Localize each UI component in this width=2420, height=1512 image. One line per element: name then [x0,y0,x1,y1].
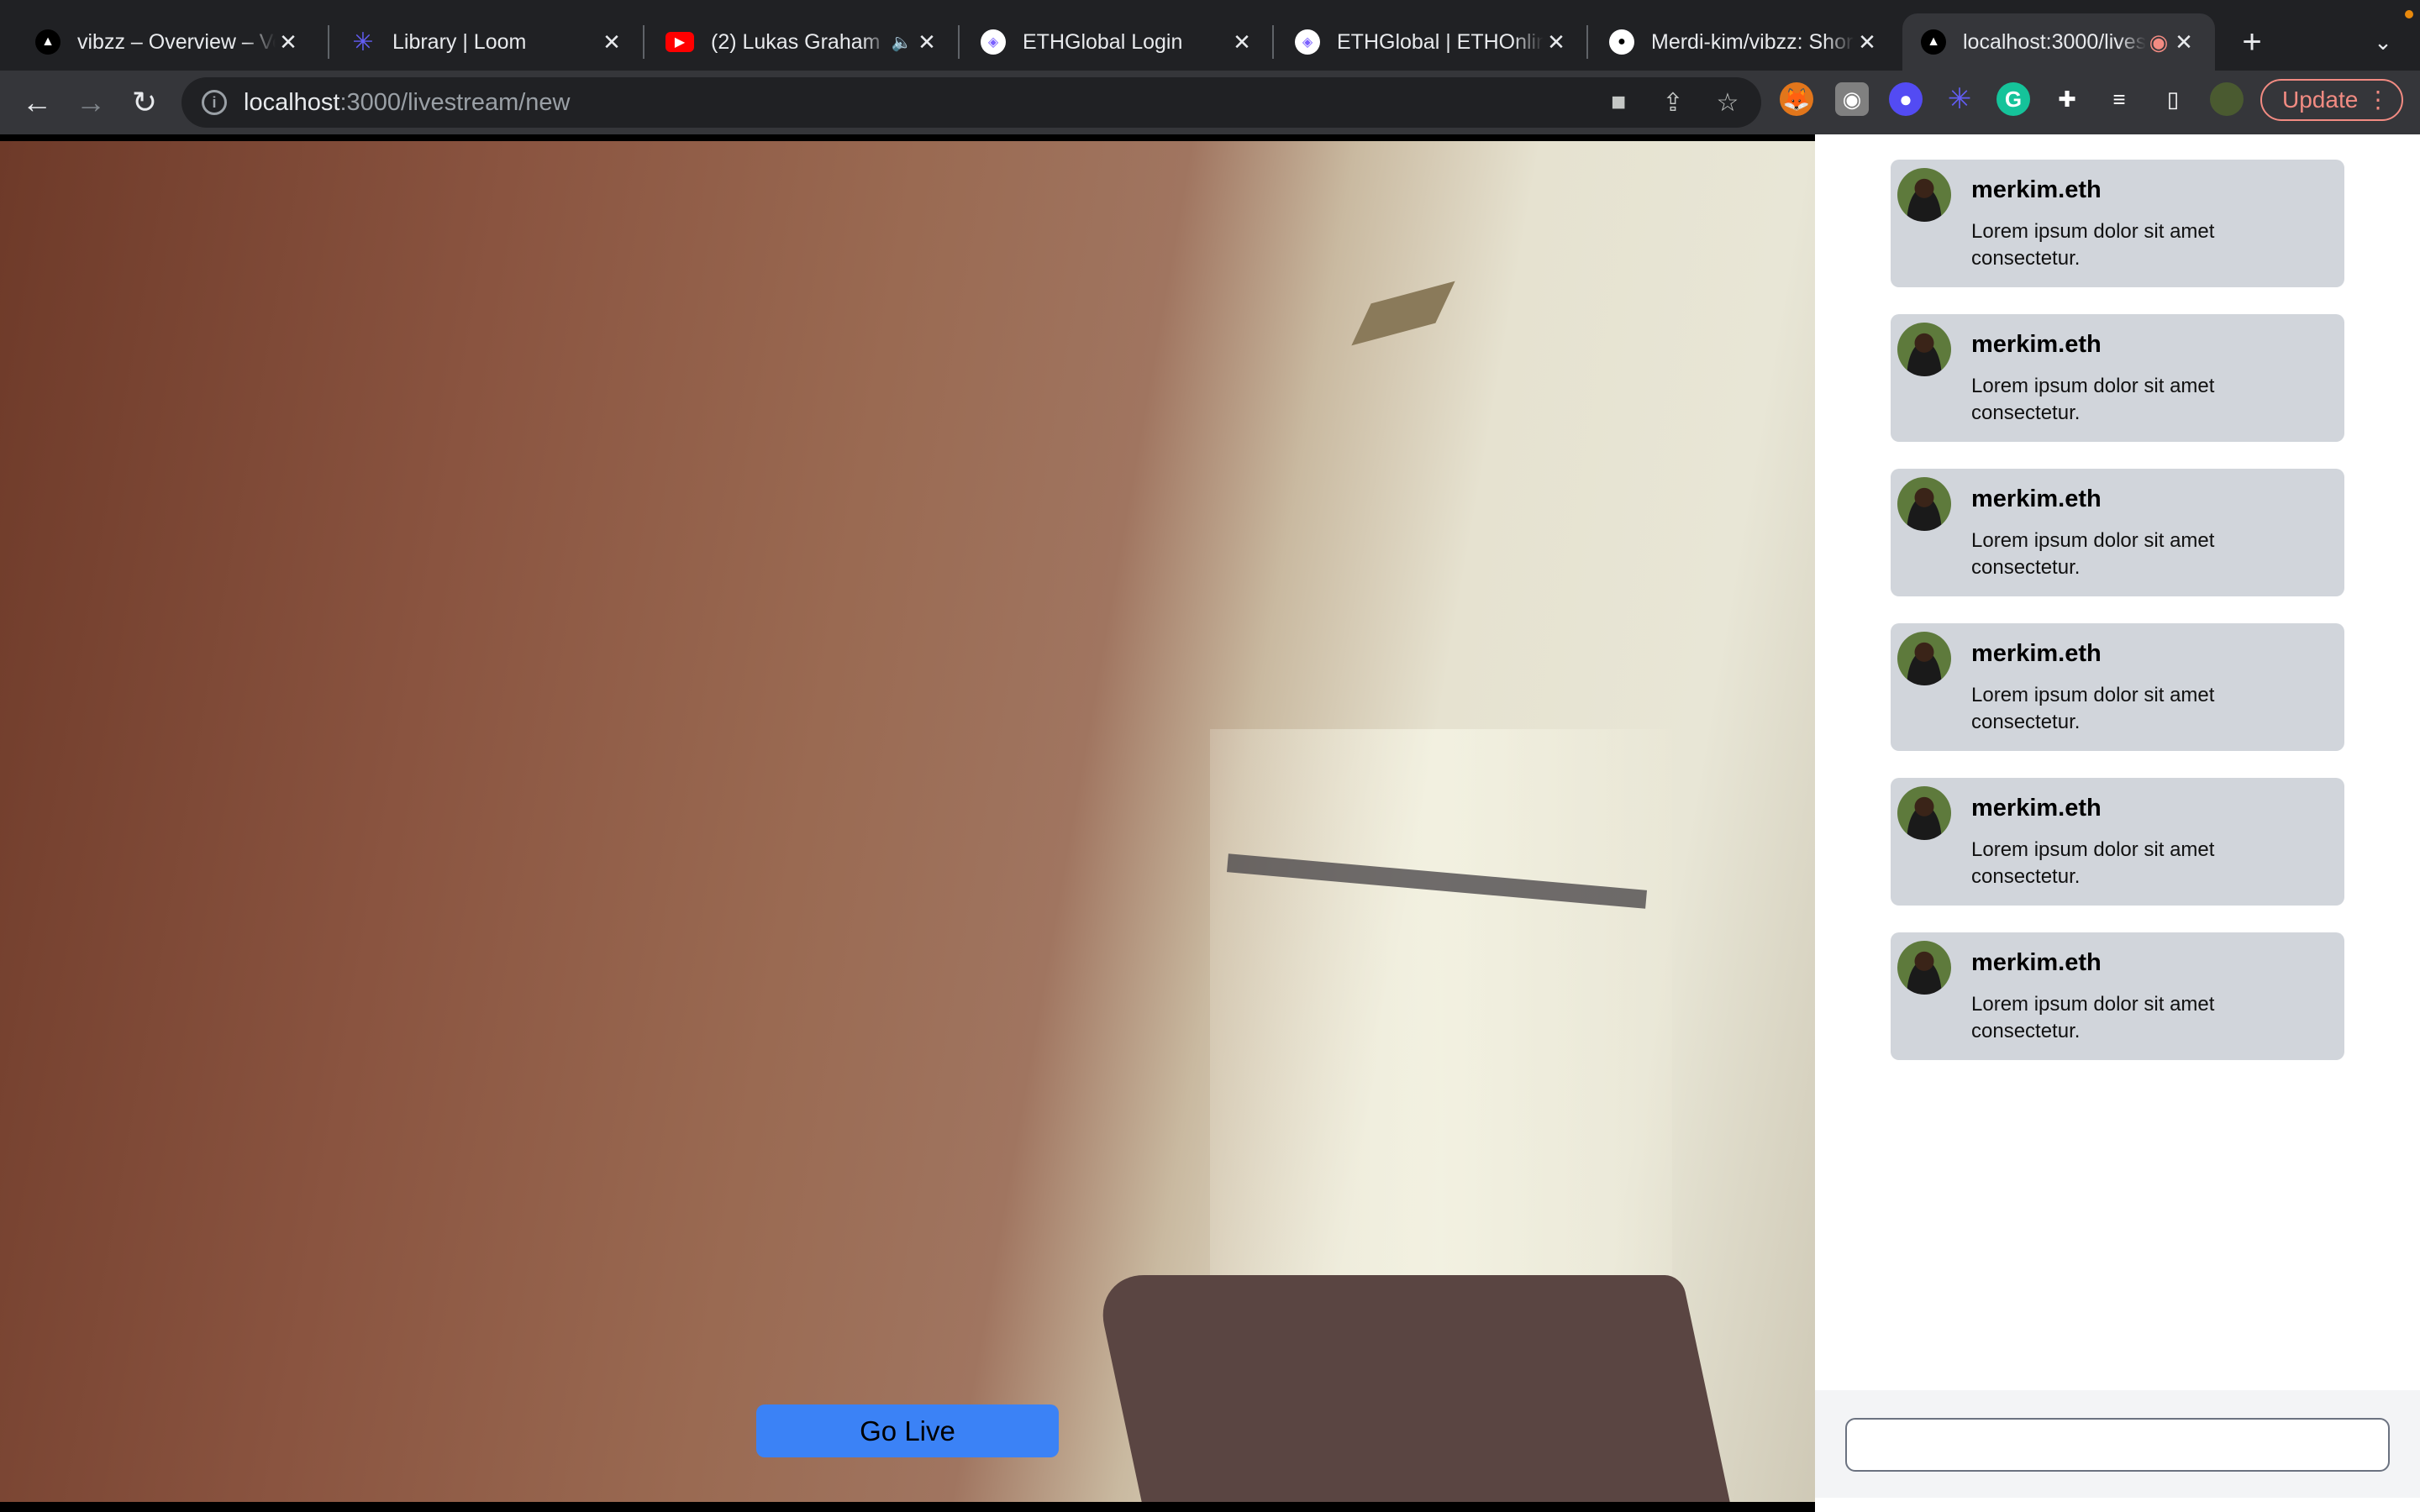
tab-ethonline[interactable]: ◈ ETHGlobal | ETHOnline ✕ [1276,13,1587,71]
close-icon[interactable]: ✕ [599,29,624,55]
tab-title: Merdi-kim/vibzz: Short [1651,29,1854,54]
bookmark-star-icon[interactable]: ☆ [1711,87,1744,118]
avatar [1897,941,1951,995]
loom-icon: ✳ [352,28,374,56]
message-text: Lorem ipsum dolor sit amet consectetur. [1971,220,2215,270]
message-text: Lorem ipsum dolor sit amet consectetur. [1971,993,2215,1042]
ethglobal-icon: ◈ [981,29,1006,55]
message-username: merkim.eth [1971,176,2102,203]
tab-title: ETHGlobal Login [1023,29,1183,54]
reload-button[interactable]: ↻ [124,82,165,123]
screenshot-extension-icon[interactable]: ◉ [1835,82,1869,116]
close-icon[interactable]: ✕ [276,29,301,55]
vercel-triangle-icon: ▲ [35,29,60,55]
tab-separator [1586,25,1588,59]
notification-dot [2405,10,2413,18]
back-button[interactable]: ← [17,82,57,123]
ethglobal-icon: ◈ [1295,29,1320,55]
extensions-puzzle-icon[interactable]: ✚ [2050,82,2084,116]
close-icon[interactable]: ✕ [914,29,939,55]
avatar [1897,632,1951,685]
loom-extension-icon[interactable]: ✳ [1943,82,1976,116]
tab-strip: ▲ vibzz – Overview – Vercel ✕ ✳ Library … [0,0,2420,71]
message-text: Lorem ipsum dolor sit amet consectetur. [1971,375,2215,424]
ghost-extension-icon[interactable]: ● [1889,82,1923,116]
forward-button[interactable]: → [71,82,111,123]
side-panel-icon[interactable]: ▯ [2156,82,2190,116]
message-username: merkim.eth [1971,640,2102,667]
github-icon: ● [1609,29,1634,55]
tab-separator [958,25,960,59]
tab-loom[interactable]: ✳ Library | Loom ✕ [332,13,643,71]
chair-shadow [1093,1275,1730,1502]
url-path: :3000/livestream/new [339,88,571,116]
media-control-icon[interactable]: ≡ [2102,82,2136,116]
tab-separator [328,25,329,59]
chat-message: merkim.eth Lorem ipsum dolor sit amet con… [1891,160,2344,287]
chat-message: merkim.eth Lorem ipsum dolor sit amet con… [1891,623,2344,751]
tab-title: ETHGlobal | ETHOnline [1337,29,1544,54]
close-icon[interactable]: ✕ [1544,29,1569,55]
chat-message: merkim.eth Lorem ipsum dolor sit amet con… [1891,469,2344,596]
tab-vercel[interactable]: ▲ vibzz – Overview – Vercel ✕ [17,13,319,71]
recording-icon: ◉ [2149,29,2169,55]
message-username: merkim.eth [1971,331,2102,358]
info-icon[interactable]: i [202,90,227,115]
close-icon[interactable]: ✕ [1854,29,1880,55]
message-username: merkim.eth [1971,949,2102,976]
update-button[interactable]: Update ⋮ [2260,79,2403,121]
tab-separator [643,25,644,59]
go-live-button[interactable]: Go Live [756,1404,1059,1457]
ceiling-vent [1351,281,1455,346]
tab-ethglobal-login[interactable]: ◈ ETHGlobal Login ✕ [962,13,1273,71]
more-menu-icon[interactable]: ⋮ [2366,86,2390,113]
tab-localhost-active[interactable]: ▲ localhost:3000/livestream/new ◉ ✕ [1902,13,2215,71]
avatar [1897,323,1951,376]
metamask-icon[interactable]: 🦊 [1780,82,1813,116]
chat-message: merkim.eth Lorem ipsum dolor sit amet con… [1891,778,2344,906]
tab-search-chevron-icon[interactable]: ⌄ [2363,22,2403,62]
message-username: merkim.eth [1971,486,2102,512]
message-text: Lorem ipsum dolor sit amet consectetur. [1971,684,2215,733]
message-text: Lorem ipsum dolor sit amet consectetur. [1971,838,2215,888]
tab-youtube[interactable]: ▶ (2) Lukas Graham 🔈 ✕ [647,13,958,71]
new-tab-button[interactable]: + [2232,22,2272,62]
speaker-icon[interactable]: 🔈 [889,32,914,53]
camera-preview [0,141,1815,1502]
chat-input[interactable] [1845,1418,2390,1472]
avatar [1897,477,1951,531]
message-text: Lorem ipsum dolor sit amet consectetur. [1971,529,2215,579]
tab-title: vibzz – Overview – Vercel [77,29,276,54]
share-icon[interactable]: ⇪ [1656,87,1690,118]
tab-title: (2) Lukas Graham [711,29,881,54]
avatar [1897,786,1951,840]
grammarly-icon[interactable]: G [1996,82,2030,116]
chat-panel: merkim.eth Lorem ipsum dolor sit amet con… [1815,134,2420,1512]
close-icon[interactable]: ✕ [2171,29,2196,55]
address-bar[interactable]: i localhost:3000/livestream/new ■ ⇪ ☆ [182,77,1761,128]
video-bottom-border [0,1502,1815,1512]
profile-avatar[interactable] [2210,82,2244,116]
vercel-triangle-icon: ▲ [1921,29,1946,55]
tab-title: localhost:3000/livestream/new [1963,29,2146,54]
chat-message: merkim.eth Lorem ipsum dolor sit amet con… [1891,314,2344,442]
url-host: localhost [244,88,340,116]
tab-separator [1272,25,1274,59]
message-username: merkim.eth [1971,795,2102,822]
close-icon[interactable]: ✕ [1229,29,1255,55]
tab-github[interactable]: ● Merdi-kim/vibzz: Short ✕ [1591,13,1898,71]
youtube-icon: ▶ [666,32,694,52]
tab-title: Library | Loom [392,29,527,54]
chat-message: merkim.eth Lorem ipsum dolor sit amet con… [1891,932,2344,1060]
chat-footer [1815,1390,2420,1498]
video-top-border [0,134,1815,141]
avatar [1897,168,1951,222]
camera-in-use-icon[interactable]: ■ [1602,87,1635,118]
update-label: Update [2282,87,2359,113]
